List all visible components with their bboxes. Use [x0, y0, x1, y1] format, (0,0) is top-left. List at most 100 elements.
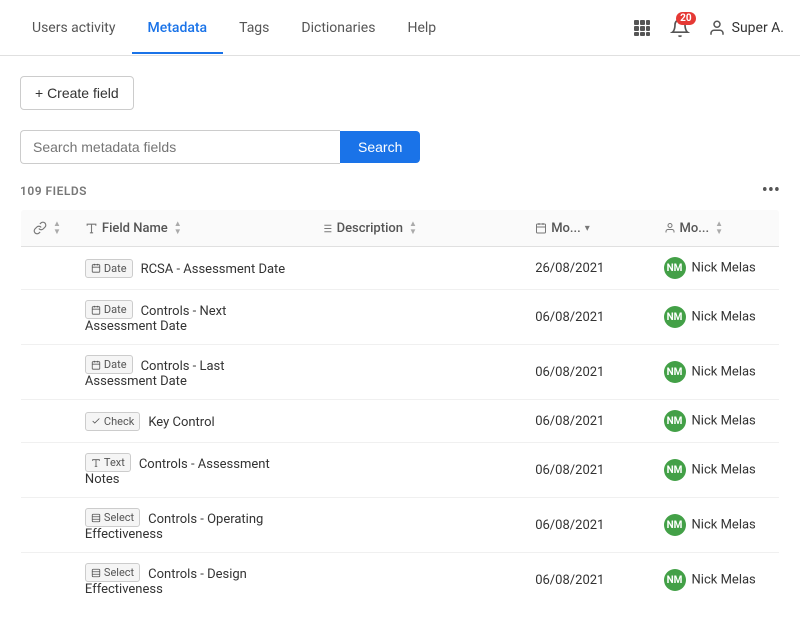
cell-modified-date: 06/08/2021: [523, 400, 651, 443]
cell-modified-by: NM Nick Melas: [652, 247, 780, 290]
fields-count: 109 FIELDS: [20, 184, 87, 198]
header: Users activity Metadata Tags Dictionarie…: [0, 0, 800, 56]
cell-field-name: DateControls - Next Assessment Date: [73, 290, 308, 345]
nav-dictionaries[interactable]: Dictionaries: [285, 2, 391, 54]
modified-by-name: Nick Melas: [692, 364, 756, 379]
th-field-name-label: Field Name: [102, 221, 168, 236]
type-badge: Date: [85, 259, 133, 278]
notification-count: 20: [676, 12, 695, 25]
description-col-icon: [320, 222, 333, 235]
cell-modified-date: 06/08/2021: [523, 498, 651, 553]
cell-link: [21, 400, 73, 443]
table-row: DateControls - Last Assessment Date06/08…: [21, 345, 780, 400]
modified-by-name: Nick Melas: [692, 309, 756, 324]
user-menu[interactable]: Super A.: [708, 19, 784, 37]
type-badge: Check: [85, 412, 140, 431]
cell-link: [21, 553, 73, 608]
top-nav: Users activity Metadata Tags Dictionarie…: [16, 2, 632, 54]
type-badge-label: Date: [104, 262, 127, 275]
cell-field-name: TextControls - Assessment Notes: [73, 443, 308, 498]
cell-description: [308, 553, 524, 608]
avatar: NM: [664, 459, 686, 481]
field-name-sort[interactable]: ▲ ▼: [174, 220, 182, 236]
field-name-value[interactable]: RCSA - Assessment Date: [141, 262, 286, 277]
more-options-icon[interactable]: •••: [762, 180, 780, 201]
cell-field-name: DateControls - Last Assessment Date: [73, 345, 308, 400]
table-row: TextControls - Assessment Notes 06/08/202…: [21, 443, 780, 498]
type-badge-label: Date: [104, 358, 127, 371]
avatar: NM: [664, 410, 686, 432]
modified-date-col-icon: [535, 222, 547, 234]
link-sort[interactable]: ▲ ▼: [53, 220, 61, 236]
modified-by-sort[interactable]: ▲ ▼: [715, 220, 723, 236]
nav-metadata[interactable]: Metadata: [132, 2, 224, 54]
cell-field-name: Date RCSA - Assessment Date: [73, 247, 308, 290]
cell-description: [308, 247, 524, 290]
nav-tags[interactable]: Tags: [223, 2, 285, 54]
th-modified-date-label: Mo...: [551, 221, 581, 236]
type-badge: Text: [85, 453, 131, 472]
type-badge-label: Select: [104, 511, 134, 524]
avatar: NM: [664, 361, 686, 383]
modified-by-col-icon: [664, 222, 676, 234]
modified-by-name: Nick Melas: [692, 572, 756, 587]
cell-modified-by: NM Nick Melas: [652, 345, 780, 400]
th-description: Description ▲ ▼: [308, 210, 524, 247]
grid-icon[interactable]: [632, 18, 652, 38]
type-badge-label: Select: [104, 566, 134, 579]
cell-modified-date: 26/08/2021: [523, 247, 651, 290]
th-description-label: Description: [337, 221, 403, 236]
type-badge: Date: [85, 355, 133, 374]
cell-modified-by: NM Nick Melas: [652, 400, 780, 443]
type-badge: Select: [85, 563, 140, 582]
cell-link: [21, 247, 73, 290]
avatar: NM: [664, 569, 686, 591]
th-field-name: Field Name ▲ ▼: [73, 210, 308, 247]
table-row: SelectControls - Design Effectiveness06/…: [21, 553, 780, 608]
cell-field-name: SelectControls - Operating Effectiveness: [73, 498, 308, 553]
th-modified-date: Mo... ▾: [523, 210, 651, 247]
cell-description: [308, 290, 524, 345]
header-right: 20 Super A.: [632, 16, 784, 40]
type-badge-label: Text: [104, 456, 125, 469]
nav-users-activity[interactable]: Users activity: [16, 2, 132, 54]
cell-modified-date: 06/08/2021: [523, 290, 651, 345]
user-avatar-icon: [708, 19, 726, 37]
cell-description: [308, 400, 524, 443]
table-row: DateControls - Next Assessment Date 06/08…: [21, 290, 780, 345]
cell-link: [21, 443, 73, 498]
modified-by-name: Nick Melas: [692, 413, 756, 428]
search-row: Search: [20, 130, 780, 164]
cell-field-name: Check Key Control: [73, 400, 308, 443]
search-button[interactable]: Search: [340, 131, 420, 163]
fields-header: 109 FIELDS •••: [20, 180, 780, 201]
field-name-value[interactable]: Key Control: [148, 415, 214, 430]
modified-date-dropdown-icon[interactable]: ▾: [585, 223, 590, 234]
nav-help[interactable]: Help: [391, 2, 452, 54]
link-column-icon: [33, 221, 47, 235]
search-input[interactable]: [20, 130, 340, 164]
notifications-bell[interactable]: 20: [668, 16, 692, 40]
cell-modified-date: 06/08/2021: [523, 443, 651, 498]
cell-modified-by: NM Nick Melas: [652, 553, 780, 608]
cell-field-name: SelectControls - Design Effectiveness: [73, 553, 308, 608]
table-header-row: ▲ ▼ Field Name ▲ ▼: [21, 210, 780, 247]
cell-description: [308, 345, 524, 400]
table-row: Check Key Control 06/08/2021 NM Nick Melas: [21, 400, 780, 443]
type-badge-label: Check: [104, 415, 134, 428]
description-sort[interactable]: ▲ ▼: [409, 220, 417, 236]
table-row: Date RCSA - Assessment Date 26/08/2021 NM Ni…: [21, 247, 780, 290]
create-field-button[interactable]: + Create field: [20, 76, 134, 110]
modified-by-name: Nick Melas: [692, 462, 756, 477]
modified-by-name: Nick Melas: [692, 517, 756, 532]
avatar: NM: [664, 306, 686, 328]
cell-description: [308, 498, 524, 553]
avatar: NM: [664, 257, 686, 279]
table-row: SelectControls - Operating Effectiveness…: [21, 498, 780, 553]
cell-modified-by: NMNick Melas: [652, 498, 780, 553]
type-badge: Date: [85, 300, 133, 319]
cell-link: [21, 498, 73, 553]
modified-by-name: Nick Melas: [692, 260, 756, 275]
user-name: Super A.: [732, 20, 784, 36]
cell-modified-by: NM Nick Melas: [652, 443, 780, 498]
